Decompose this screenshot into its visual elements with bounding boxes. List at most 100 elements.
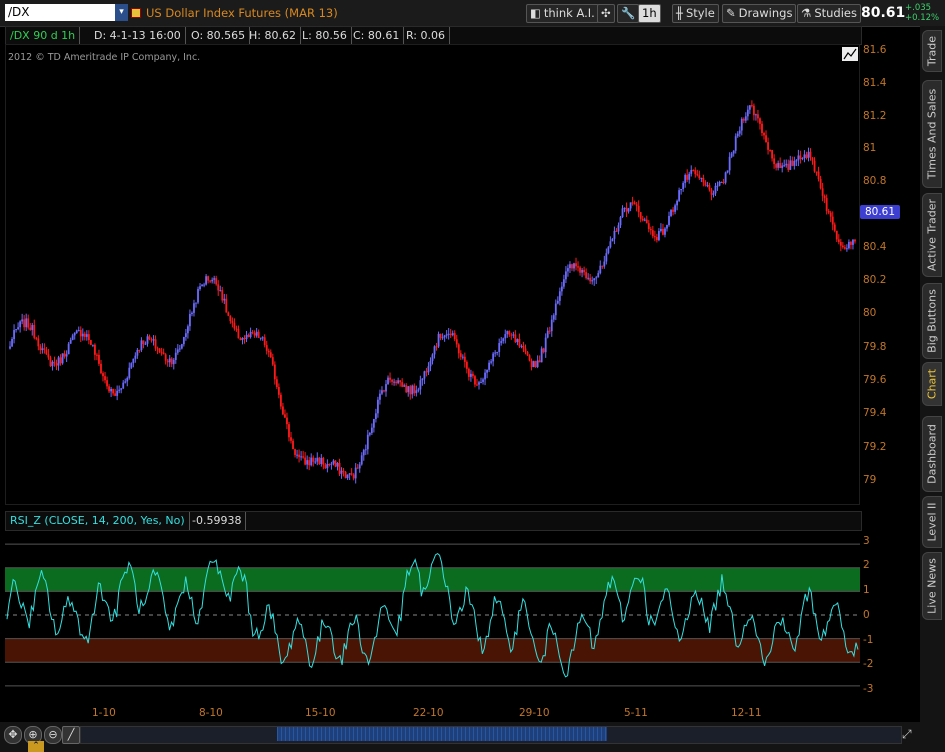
candle-body: [381, 390, 383, 394]
timeframe-button[interactable]: 1h: [638, 4, 661, 23]
settings-button[interactable]: 🔧: [617, 4, 640, 23]
think-ai-button[interactable]: ◧ think A.I.: [526, 4, 599, 23]
candle-body: [417, 389, 420, 391]
candle-body: [781, 165, 784, 169]
symbol-period[interactable]: /DX 90 d 1h: [6, 27, 81, 44]
tab-level-ii[interactable]: Level II: [922, 496, 942, 548]
tab-live-news[interactable]: Live News: [922, 552, 942, 620]
style-button[interactable]: ╫ Style: [672, 4, 719, 23]
candle-body: [45, 349, 48, 355]
candle-body: [510, 334, 513, 336]
candle-body: [435, 346, 438, 348]
candle-body: [160, 352, 163, 354]
candle-body: [633, 202, 636, 205]
candle-body: [823, 195, 826, 199]
tab-active-trader[interactable]: Active Trader: [922, 193, 942, 277]
rsi-chart-panel[interactable]: [5, 530, 860, 700]
candle-body: [605, 253, 608, 262]
info-low: L: 80.56: [298, 27, 352, 44]
candle-body: [403, 385, 406, 387]
candle-body: [615, 230, 618, 232]
candle-body: [344, 471, 347, 479]
candle-body: [698, 175, 701, 179]
candle-body: [720, 181, 723, 183]
crosshair-button[interactable]: ✣: [597, 4, 615, 23]
rsi-chart[interactable]: [5, 530, 860, 700]
tab-chart[interactable]: Chart: [922, 362, 942, 406]
draw-line-button[interactable]: ╱: [62, 726, 80, 744]
candle-body: [811, 157, 814, 161]
pan-button[interactable]: ✥: [4, 726, 22, 744]
candle-body: [544, 337, 547, 353]
candle-body: [235, 328, 238, 330]
candle-body: [39, 346, 42, 351]
collapse-button[interactable]: ⌃: [28, 741, 44, 752]
candle-body: [655, 236, 658, 241]
candle-body: [423, 371, 426, 379]
candle-body: [150, 339, 153, 341]
candle-body: [635, 204, 638, 206]
candle-body: [63, 353, 66, 357]
candle-body: [67, 343, 70, 355]
candle-body: [104, 376, 106, 381]
candle-body: [603, 261, 606, 267]
candle-body: [399, 380, 402, 383]
candle-body: [211, 279, 214, 282]
candle-body: [625, 207, 628, 212]
study-label[interactable]: RSI_Z (CLOSE, 14, 200, Yes, No): [6, 512, 190, 530]
date-tick: 15-10: [305, 707, 336, 719]
symbol-input[interactable]: /DX: [5, 4, 117, 21]
expand-button[interactable]: ⤢: [902, 727, 912, 742]
candle-body: [186, 326, 189, 334]
candle-body: [271, 357, 274, 365]
drawings-button[interactable]: ✎ Drawings: [722, 4, 797, 23]
candle-body: [326, 463, 329, 469]
color-swatch-icon[interactable]: [131, 8, 141, 18]
price-tick: 81.6: [863, 44, 887, 56]
rsi-tick: -1: [863, 634, 874, 646]
candle-body: [209, 280, 212, 282]
tab-dashboard[interactable]: Dashboard: [922, 416, 942, 492]
zoom-out-button[interactable]: ⊖: [44, 726, 62, 744]
studies-button[interactable]: ⚗ Studies: [797, 4, 861, 23]
candle-body: [405, 385, 408, 393]
symbol-dropdown-icon[interactable]: ▾: [115, 4, 128, 21]
price-chart-panel[interactable]: [5, 44, 860, 505]
expand-icon: ⤢: [902, 727, 912, 741]
rsi-tick: 2: [863, 559, 870, 571]
candle-body: [298, 454, 300, 458]
candle-body: [9, 346, 11, 349]
candle-body: [639, 212, 642, 219]
tab-trade[interactable]: Trade: [922, 30, 942, 72]
candle-body: [227, 312, 230, 316]
candle-body: [199, 286, 201, 290]
tab-big-buttons[interactable]: Big Buttons: [922, 283, 942, 359]
candle-body: [585, 272, 588, 279]
candle-body: [591, 280, 594, 282]
candle-body: [429, 360, 432, 367]
candle-body: [106, 380, 108, 387]
tab-times-and-sales[interactable]: Times And Sales: [922, 80, 942, 188]
candle-body: [77, 330, 80, 332]
scrollbar-thumb[interactable]: [277, 727, 607, 741]
candle-body: [750, 105, 753, 107]
candle-body: [247, 334, 250, 338]
price-chart[interactable]: [6, 45, 861, 506]
candle-body: [617, 225, 620, 232]
candle-body: [391, 379, 393, 382]
candle-body: [653, 236, 656, 238]
candle-body: [51, 361, 54, 367]
info-range: R: 0.06: [402, 27, 450, 44]
candle-body: [320, 457, 323, 464]
candle-body: [156, 348, 159, 350]
candle-body: [205, 276, 208, 285]
candle-body: [282, 406, 284, 415]
candle-body: [524, 348, 527, 352]
candle-body: [348, 473, 351, 475]
candle-body: [330, 463, 333, 465]
candle-body: [680, 188, 683, 191]
candle-body: [447, 333, 450, 335]
candle-body: [807, 151, 810, 158]
candle-body: [352, 474, 355, 479]
candle-body: [556, 300, 559, 304]
